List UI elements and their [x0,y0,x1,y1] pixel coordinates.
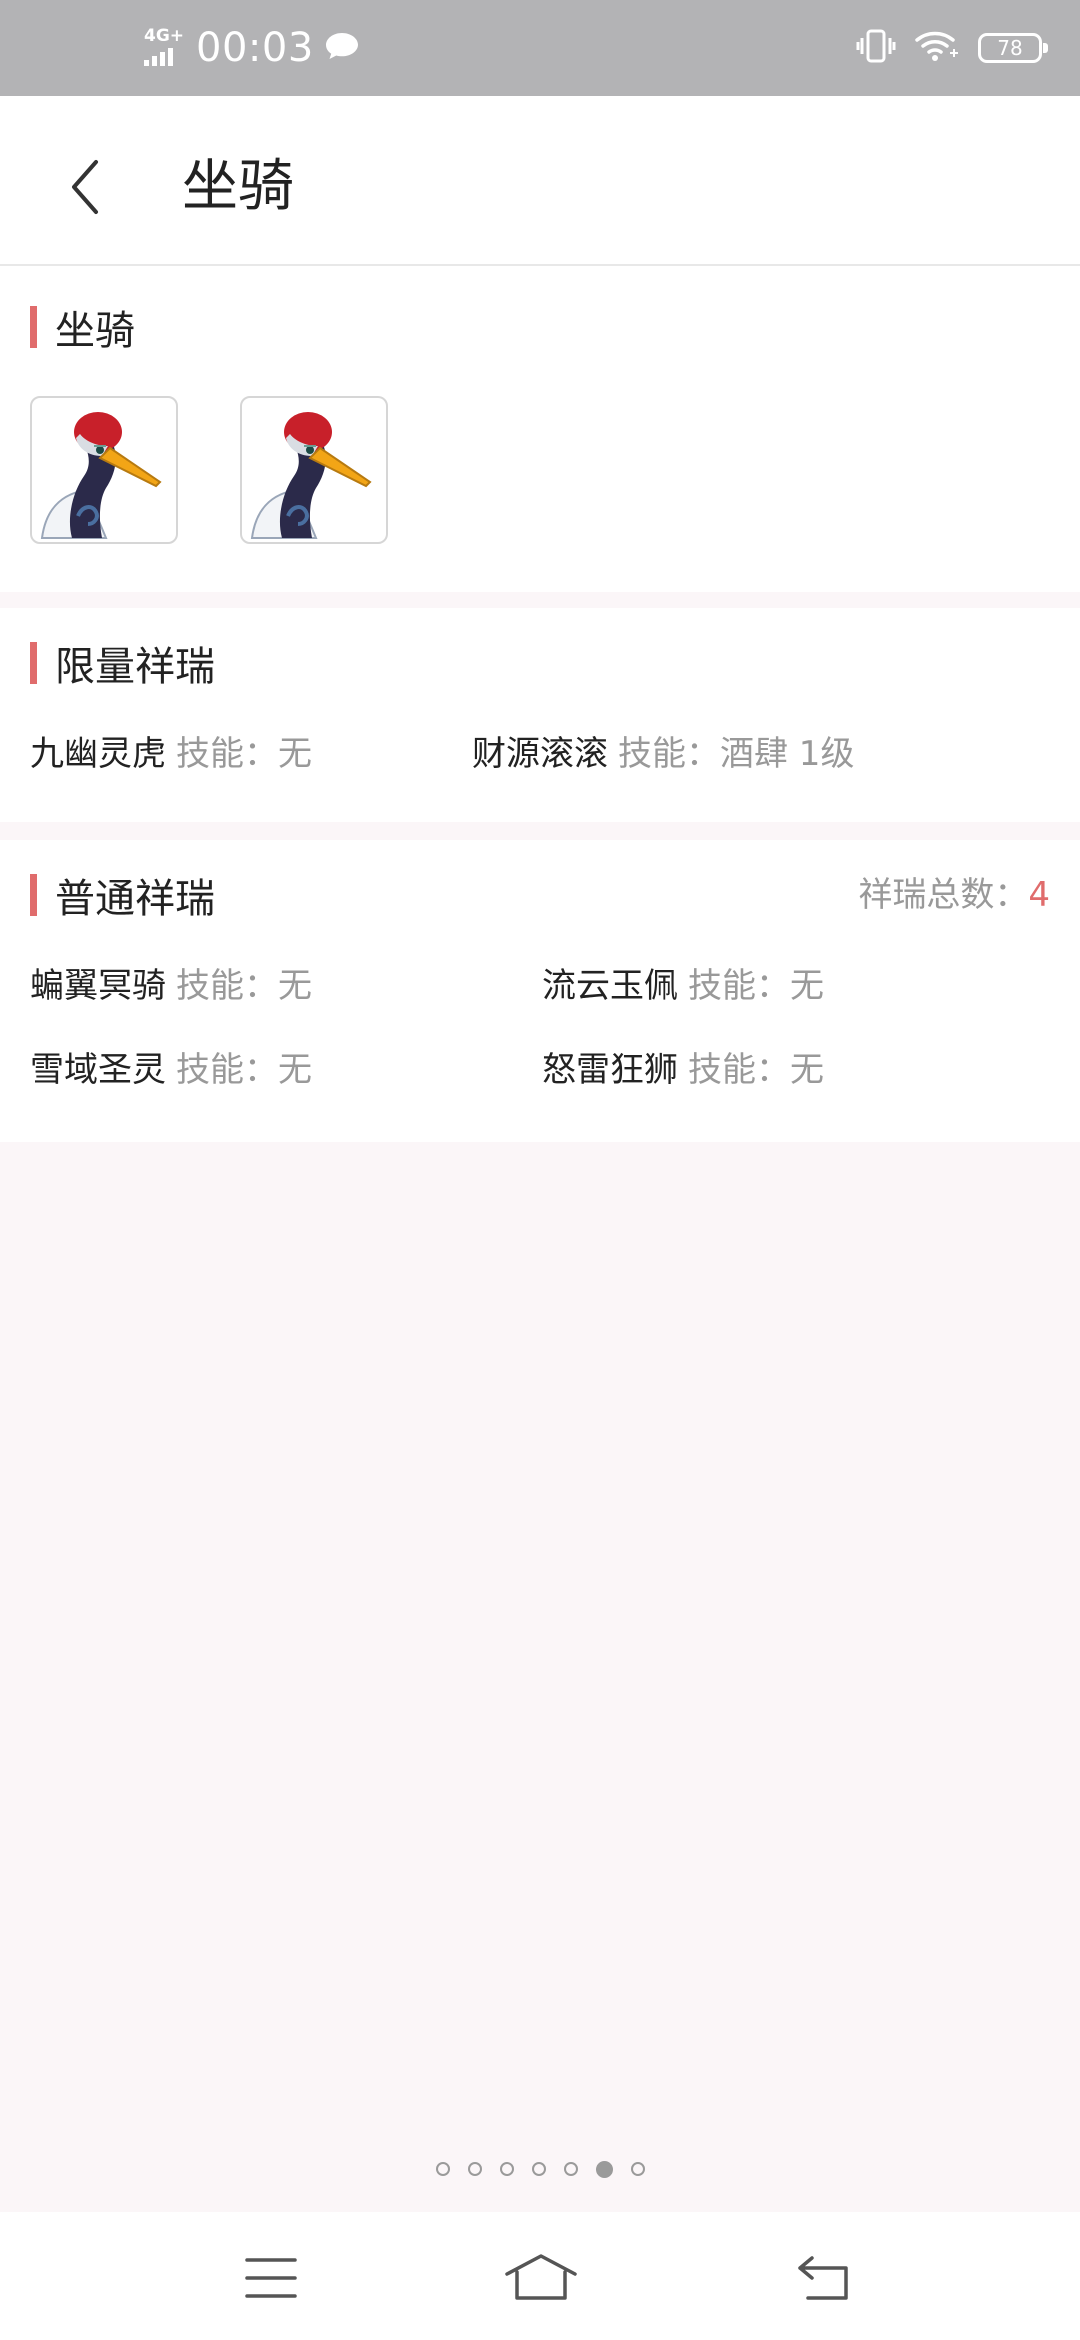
page-dot[interactable] [563,2162,578,2176]
item-skill: 技能：无 [176,1050,312,1090]
item-skill: 技能：无 [176,734,312,774]
total-label: 祥瑞总数： [858,875,1029,915]
mount-card[interactable] [30,396,178,544]
page-dot[interactable] [499,2162,514,2176]
crane-mount-icon [40,412,162,539]
item-name: 财源滚滚 [472,734,608,774]
home-icon [505,2254,577,2300]
back-nav-button[interactable] [784,2250,864,2306]
crane-mount-icon [250,412,372,539]
signal-icon: 4G+ [142,28,188,68]
section-header: 限量祥瑞 [30,642,215,690]
item-name: 九幽灵虎 [30,734,166,774]
total-value: 4 [1028,875,1050,915]
list-item: 怒雷狂狮 技能：无 [542,1042,824,1091]
menu-button[interactable] [231,2250,311,2306]
item-name: 流云玉佩 [542,966,678,1006]
back-button[interactable] [52,144,118,230]
chevron-left-icon [72,160,98,214]
status-bar: 4G+ 00:03 78 [0,0,1080,96]
item-name: 怒雷狂狮 [542,1050,678,1090]
section-marker [30,874,37,916]
home-button[interactable] [501,2250,581,2306]
item-skill: 技能：无 [688,1050,824,1090]
wifi-icon [914,29,960,67]
item-skill: 技能：无 [176,966,312,1006]
item-name: 蝙翼冥骑 [30,966,166,1006]
mounts-section: 坐骑 [0,266,1080,592]
page-dot[interactable] [467,2162,482,2176]
page-dot[interactable] [435,2162,450,2176]
list-item: 九幽灵虎 技能：无 [30,726,312,775]
mount-card[interactable] [240,396,388,544]
page-dot[interactable] [630,2162,645,2176]
message-icon [324,30,360,66]
section-marker [30,642,37,684]
item-skill: 技能：无 [688,966,824,1006]
page-title: 坐骑 [182,154,294,219]
page-dot[interactable] [531,2162,546,2176]
section-title: 限量祥瑞 [55,644,215,690]
list-item: 雪域圣灵 技能：无 [30,1042,312,1091]
total-count: 祥瑞总数：4 [858,874,1050,916]
section-header: 普通祥瑞 [30,874,215,922]
list-item: 蝙翼冥骑 技能：无 [30,958,312,1007]
vibrate-icon [856,28,896,68]
limited-section: 限量祥瑞 九幽灵虎 技能：无 财源滚滚 技能：酒肆 1级 [0,608,1080,822]
page-dot[interactable] [595,2161,613,2178]
section-header: 坐骑 [30,306,135,354]
network-type: 4G+ [144,26,185,46]
item-name: 雪域圣灵 [30,1050,166,1090]
item-skill: 技能：酒肆 1级 [618,734,855,774]
list-item: 流云玉佩 技能：无 [542,958,824,1007]
clock: 00:03 [196,25,314,71]
section-title: 坐骑 [55,308,135,354]
section-marker [30,306,37,348]
battery-icon: 78 [978,33,1048,63]
list-item: 财源滚滚 技能：酒肆 1级 [472,726,854,775]
app-header: 坐骑 [0,96,1080,266]
navigation-bar [0,2212,1080,2340]
back-icon [798,2256,848,2300]
section-title: 普通祥瑞 [55,876,215,922]
normal-section: 普通祥瑞 祥瑞总数：4 蝙翼冥骑 技能：无 流云玉佩 技能：无 雪域圣灵 技能：无 怒… [0,840,1080,1142]
menu-icon [245,2258,297,2298]
page-indicator [0,2161,1080,2178]
